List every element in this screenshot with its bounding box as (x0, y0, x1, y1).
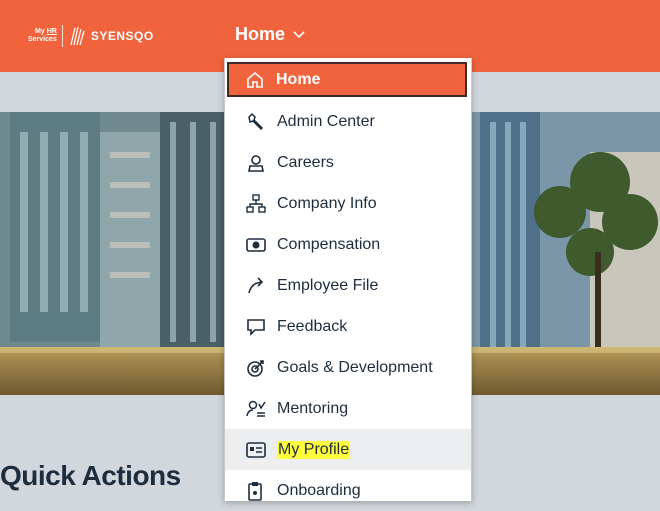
onboarding-icon (245, 480, 267, 502)
money-icon (245, 234, 267, 256)
wrench-icon (245, 111, 267, 133)
chevron-down-icon (293, 28, 305, 42)
menu-item-goals-development[interactable]: Goals & Development (225, 347, 471, 388)
menu-item-label: Goals & Development (277, 358, 433, 376)
logo-separator (61, 25, 63, 47)
menu-item-label: Compensation (277, 235, 381, 253)
menu-item-company-info[interactable]: Company Info (225, 183, 471, 224)
home-icon (244, 69, 266, 91)
myhr-logo: My HR Services (28, 28, 57, 43)
menu-item-label: Home (276, 70, 321, 88)
target-icon (245, 357, 267, 379)
menu-item-label: Feedback (277, 317, 348, 335)
company-logo[interactable]: My HR Services SYENSQO (28, 23, 154, 49)
syensqo-mark-icon (70, 26, 85, 46)
home-dropdown-menu: Home Admin Center Careers Company Info C… (224, 58, 472, 501)
home-nav-label: Home (235, 24, 286, 44)
menu-item-label: Onboarding (277, 481, 361, 499)
quick-actions-heading: Quick Actions (0, 460, 181, 491)
home-nav-menu-button[interactable]: Home (235, 24, 305, 45)
brand-name: SYENSQO (90, 29, 154, 43)
menu-item-label: Careers (277, 153, 334, 171)
person-icon (245, 152, 267, 174)
menu-item-mentoring[interactable]: Mentoring (225, 388, 471, 429)
arrow-forward-icon (245, 275, 267, 297)
menu-item-careers[interactable]: Careers (225, 142, 471, 183)
menu-item-label: Employee File (277, 276, 379, 294)
menu-item-label: Mentoring (277, 399, 349, 417)
menu-item-label: Company Info (277, 194, 377, 212)
menu-item-my-profile[interactable]: My Profile (225, 429, 471, 470)
menu-item-admin-center[interactable]: Admin Center (225, 101, 471, 142)
menu-item-compensation[interactable]: Compensation (225, 224, 471, 265)
menu-item-employee-file[interactable]: Employee File (225, 265, 471, 306)
menu-item-onboarding[interactable]: Onboarding (225, 470, 471, 511)
menu-item-feedback[interactable]: Feedback (225, 306, 471, 347)
mentoring-icon (245, 398, 267, 420)
id-card-icon (245, 439, 267, 461)
feedback-icon (245, 316, 267, 338)
menu-item-label: Admin Center (277, 112, 375, 130)
menu-item-label: My Profile (277, 440, 351, 459)
org-chart-icon (245, 193, 267, 215)
menu-item-home[interactable]: Home (227, 62, 467, 97)
